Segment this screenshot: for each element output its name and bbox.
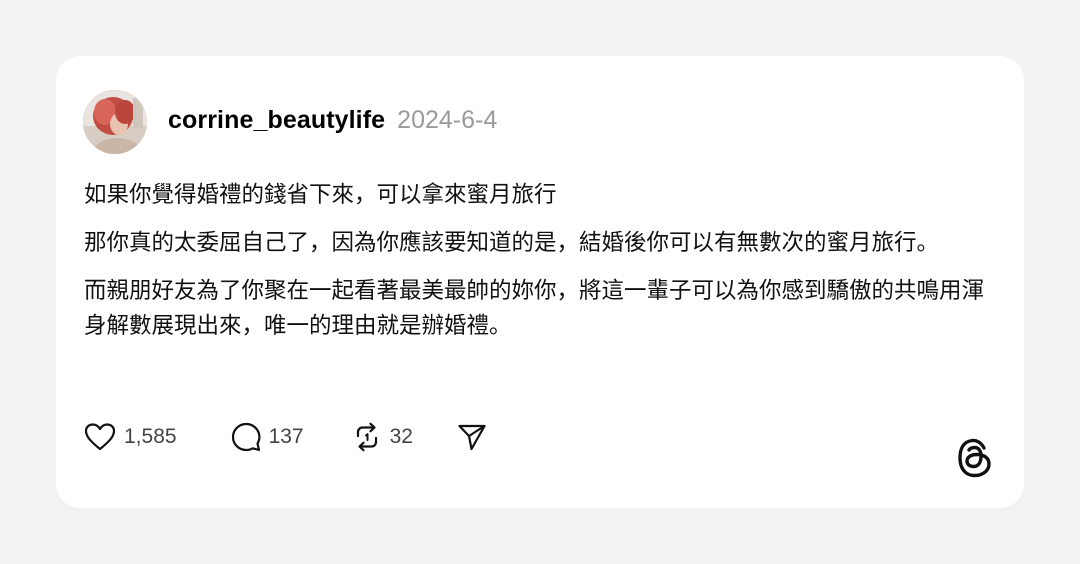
like-count: 1,585 <box>124 425 177 448</box>
avatar[interactable] <box>83 90 147 154</box>
like-button[interactable]: 1,585 <box>84 422 177 452</box>
post-card: corrine_beautylife 2024-6-4 如果你覺得婚禮的錢省下來… <box>56 56 1024 508</box>
threads-logo-icon <box>956 436 994 480</box>
speech-bubble-icon <box>231 422 261 452</box>
repost-count: 32 <box>389 425 413 448</box>
post-date: 2024-6-4 <box>397 106 498 134</box>
heart-icon <box>84 422 116 452</box>
repost-button[interactable]: 32 <box>352 422 413 452</box>
send-icon <box>457 422 487 452</box>
reply-count: 137 <box>268 425 304 448</box>
post-paragraph-2: 那你真的太委屈自己了，因為你應該要知道的是，結婚後你可以有無數次的蜜月旅行。 <box>84 230 940 256</box>
reply-button[interactable]: 137 <box>231 422 304 452</box>
post-paragraph-3: 而親朋好友為了你聚在一起看著最美最帥的妳你，將這一輩子可以為你感到驕傲的共鳴用渾… <box>84 278 985 339</box>
post-body: 如果你覺得婚禮的錢省下來，可以拿來蜜月旅行 那你真的太委屈自己了，因為你應該要知… <box>84 178 994 357</box>
username[interactable]: corrine_beautylife <box>168 106 385 135</box>
repost-icon <box>352 422 382 452</box>
post-header: corrine_beautylife 2024-6-4 <box>168 106 497 140</box>
share-button[interactable] <box>457 422 487 452</box>
action-bar: 1,585 137 32 <box>84 420 487 454</box>
post-paragraph-1: 如果你覺得婚禮的錢省下來，可以拿來蜜月旅行 <box>84 182 557 208</box>
